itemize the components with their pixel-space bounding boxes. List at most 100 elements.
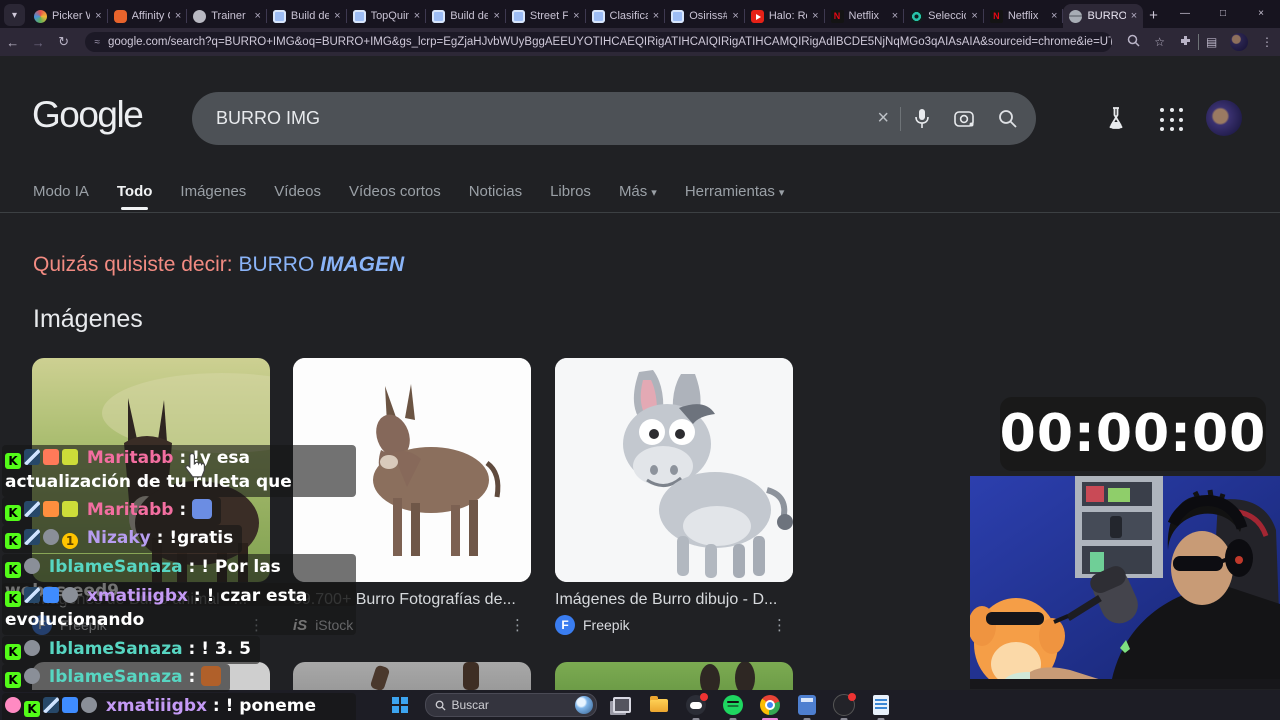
browser-tab-osiriss-[interactable]: Osiriss# × [665,4,745,28]
tab-close-icon[interactable]: × [414,10,420,22]
browser-tab-clasifica[interactable]: Clasifica × [586,4,666,28]
back-button[interactable]: ← [0,35,26,50]
chat-username[interactable]: IblameSanaza [43,639,183,659]
file-explorer-button[interactable] [647,693,671,717]
stream-timer: 00:00:00 [1000,397,1266,471]
image-result-donkey-cartoon[interactable] [555,358,793,582]
google-apps-icon[interactable] [1158,106,1188,136]
chat-username[interactable]: xmatiiigbx [81,586,188,606]
chat-username[interactable]: IblameSanaza [43,557,183,577]
calculator-button[interactable] [795,693,819,720]
browser-tab-affinity-c[interactable]: Affinity C × [108,4,188,28]
image-result-partial[interactable] [293,662,531,691]
tab-search-button[interactable]: ▾ [4,4,25,26]
lens-search-icon[interactable] [954,109,976,129]
notepad-button[interactable] [869,693,893,720]
browser-tab-netflix[interactable]: N Netflix × [825,4,905,28]
tab-close-icon[interactable]: × [95,10,101,22]
site-settings-icon[interactable]: ≈ [95,37,101,48]
performance-app-button[interactable] [832,693,856,720]
results-nav-m-s[interactable]: Más ▾ [619,183,657,210]
voice-search-icon[interactable] [912,108,932,130]
minimize-button[interactable]: — [1166,0,1204,28]
google-account-avatar[interactable] [1206,100,1242,136]
tab-close-icon[interactable]: × [812,10,818,22]
maximize-button[interactable]: □ [1204,0,1242,28]
browser-tab-netflix[interactable]: N Netflix × [984,4,1064,28]
new-tab-button[interactable]: + [1149,7,1158,24]
clear-search-icon[interactable]: × [877,107,889,130]
tab-label: Build de [450,10,489,22]
blue-app-favicon [671,9,685,23]
browser-tab-build-de[interactable]: Build de × [426,4,506,28]
browser-tab-burro-i[interactable]: BURRO I × [1063,4,1144,28]
result-source[interactable]: F Freepik ⋮ [555,615,793,635]
tab-close-icon[interactable]: × [892,10,898,22]
results-nav-v-deos-cortos[interactable]: Vídeos cortos [349,183,441,210]
chat-badge-cube-icon [43,587,59,603]
taskbar-search[interactable]: Buscar [424,693,597,717]
results-nav-noticias[interactable]: Noticias [469,183,522,210]
tab-close-icon[interactable]: × [573,10,579,22]
tab-close-icon[interactable]: × [175,10,181,22]
tab-close-icon[interactable]: × [334,10,340,22]
browser-tab-street-fi[interactable]: Street Fi × [506,4,586,28]
task-view-button[interactable] [610,693,634,717]
bookmark-star-icon[interactable]: ☆ [1154,35,1165,49]
results-nav-v-deos[interactable]: Vídeos [274,183,321,210]
labs-flask-icon[interactable] [1103,105,1129,136]
reload-button[interactable]: ↻ [51,34,77,50]
tab-close-icon[interactable]: × [254,10,260,22]
start-button[interactable] [388,693,412,717]
chat-message: K Maritabb : [2,497,222,525]
tab-close-icon[interactable]: × [1051,10,1057,22]
results-nav-im-genes[interactable]: Imágenes [180,183,246,210]
tab-label: Affinity C [131,10,170,22]
forward-button[interactable]: → [26,35,52,50]
chat-username[interactable]: Maritabb [81,448,174,468]
browser-tab-build-de[interactable]: Build de × [267,4,347,28]
close-button[interactable]: × [1242,0,1280,28]
results-nav-modo-ia[interactable]: Modo IA [33,183,89,210]
browser-tab-seleccio[interactable]: Seleccio × [904,4,984,28]
tab-close-icon[interactable]: × [493,10,499,22]
tab-label: Seleccio [928,10,967,22]
chat-badge-wolf-icon [24,558,40,574]
result-title[interactable]: Imágenes de Burro dibujo - D... [555,591,793,609]
suggestion-query-corrected[interactable]: IMAGEN [320,253,404,276]
browser-profile-avatar[interactable] [1230,33,1248,51]
address-bar[interactable]: ≈ google.com/search?q=BURRO+IMG&oq=BURRO… [84,32,1113,52]
discord-button[interactable] [684,693,708,720]
spotify-button[interactable] [721,693,745,720]
extensions-icon[interactable] [1179,35,1191,50]
chat-username[interactable]: Nizaky [81,528,151,548]
image-result-partial[interactable] [555,661,793,696]
search-box[interactable]: BURRO IMG × [192,92,1036,145]
search-query[interactable]: BURRO IMG [216,108,866,129]
google-logo[interactable]: Google [32,94,144,136]
side-panel-icon[interactable]: ▤ [1206,35,1217,49]
browser-tab-picker-w[interactable]: Picker W × [28,4,108,28]
suggestion-query[interactable]: BURRO [238,253,314,276]
chat-badge-wolf-icon [62,587,78,603]
chat-username[interactable]: xmatiiigbx [100,696,207,716]
results-nav-todo[interactable]: Todo [117,183,152,210]
zoom-icon[interactable] [1127,34,1140,50]
chrome-button[interactable] [758,693,782,720]
tab-close-icon[interactable]: × [1131,10,1137,22]
browser-tab-trainer-s[interactable]: Trainer S × [187,4,267,28]
search-submit-icon[interactable] [998,109,1018,129]
browser-tab-topquin[interactable]: TopQuin × [347,4,427,28]
results-nav-herramientas[interactable]: Herramientas ▾ [685,183,785,210]
browser-tab-halo-re[interactable]: Halo: Re × [745,4,825,28]
tab-close-icon[interactable]: × [971,10,977,22]
result-menu-icon[interactable]: ⋮ [772,616,787,634]
result-menu-icon[interactable]: ⋮ [510,616,525,634]
chat-username[interactable]: Maritabb [81,500,174,520]
tab-close-icon[interactable]: × [732,10,738,22]
chat-username[interactable]: IblameSanaza [43,667,183,687]
results-nav-libros[interactable]: Libros [550,183,591,210]
chat-emote [201,666,222,686]
tab-close-icon[interactable]: × [653,10,659,22]
browser-menu-icon[interactable]: ⋮ [1261,35,1273,49]
